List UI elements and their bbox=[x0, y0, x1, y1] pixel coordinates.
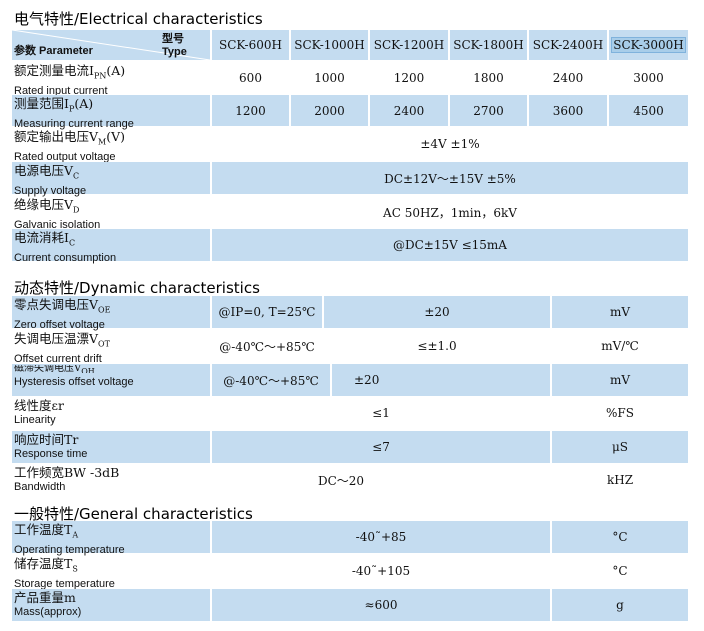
value-cell: ≤±1.0 bbox=[417, 339, 457, 353]
model-header-1200[interactable]: SCK-1200H bbox=[370, 30, 448, 60]
unit-cell: °C bbox=[612, 564, 628, 578]
model-header-2400[interactable]: SCK-2400H bbox=[529, 30, 607, 60]
param-label: 零点失调电压VOE Zero offset voltage bbox=[12, 296, 210, 331]
unit-cell: mV/℃ bbox=[601, 339, 639, 353]
param-label: 线性度εr Linearity bbox=[14, 398, 64, 426]
row-rated-output-voltage: 额定输出电压VM(V) Rated output voltage ±4V ±1% bbox=[12, 128, 688, 163]
row-linearity: 线性度εr Linearity ≤1 %FS bbox=[12, 397, 688, 429]
row-measuring-range: 测量范围IP(A) Measuring current range 1200 2… bbox=[12, 95, 688, 130]
value-cell: 2400 bbox=[552, 71, 584, 85]
value-cell: DC～20 bbox=[317, 473, 365, 488]
value-cell: AC 50HZ，1min，6kV bbox=[383, 205, 517, 220]
unit-cell: μS bbox=[552, 431, 688, 463]
model-header-1000[interactable]: SCK-1000H bbox=[291, 30, 368, 60]
value-cell: DC±12V～±15V ±5% bbox=[212, 162, 688, 194]
value-cell: ≈600 bbox=[212, 589, 550, 621]
model-header-1800[interactable]: SCK-1800H bbox=[450, 30, 527, 60]
row-supply-voltage: 电源电压VC Supply voltage DC±12V～±15V ±5% bbox=[12, 162, 688, 197]
row-current-consumption: 电流消耗IC Current consumption @DC±15V ≤15mA bbox=[12, 229, 688, 264]
condition-cell: @-40℃～+85℃ bbox=[212, 364, 330, 396]
param-label: 失调电压温漂VOT Offset current drift bbox=[14, 331, 110, 365]
param-label: 额定输出电压VM(V) Rated output voltage bbox=[14, 129, 126, 163]
unit-cell: mV bbox=[552, 364, 688, 396]
value-cell: ±20 bbox=[332, 364, 550, 396]
param-label: 响应时间Tr Response time bbox=[12, 431, 210, 463]
value-cell: 1000 bbox=[314, 71, 345, 85]
param-label: 工作温度TA Operating temperature bbox=[12, 521, 210, 556]
value-cell: 600 bbox=[239, 71, 262, 85]
value-cell: 3600 bbox=[529, 95, 607, 126]
unit-cell: mV bbox=[552, 296, 688, 328]
param-label: 储存温度TS Storage temperature bbox=[14, 556, 115, 590]
header-type-label: 型号 Type bbox=[162, 33, 187, 58]
row-offset-drift: 失调电压温漂VOT Offset current drift @-40℃～+85… bbox=[12, 330, 688, 365]
unit-cell: %FS bbox=[606, 406, 634, 420]
unit-cell: g bbox=[552, 589, 688, 621]
param-label: 额定测量电流IPN(A) Rated input current bbox=[14, 63, 126, 97]
value-cell: 1800 bbox=[473, 71, 504, 85]
param-label: 绝缘电压VD Galvanic isolation bbox=[14, 197, 101, 231]
value-cell: ±4V ±1% bbox=[420, 137, 480, 151]
param-label: 产品重量m Mass(approx) bbox=[12, 589, 210, 621]
value-cell: 1200 bbox=[393, 71, 425, 85]
param-label: 电源电压VC Supply voltage bbox=[12, 162, 210, 197]
value-cell: 2000 bbox=[291, 95, 368, 126]
value-cell: ≤1 bbox=[372, 406, 390, 420]
condition-cell: @IP=0, T=25℃ bbox=[212, 296, 322, 328]
row-bandwidth: 工作频宽BW -3dB Bandwidth DC～20 kHZ bbox=[12, 464, 688, 496]
param-label: 工作频宽BW -3dB Bandwidth bbox=[14, 465, 120, 493]
section-title-dynamic: 动态特性/Dynamic characteristics bbox=[14, 279, 260, 297]
value-cell: @DC±15V ≤15mA bbox=[212, 229, 688, 261]
value-cell: 4500 bbox=[609, 95, 688, 126]
header-parameter-label: 参数 Parameter bbox=[14, 45, 93, 57]
value-cell: -40˜+85 bbox=[212, 521, 550, 553]
value-cell: 1200 bbox=[212, 95, 289, 126]
row-mass: 产品重量m Mass(approx) ≈600 g bbox=[12, 589, 688, 621]
row-hysteresis-offset: 磁滞失调电压VOH Hysteresis offset voltage @-40… bbox=[12, 364, 688, 396]
model-header-600[interactable]: SCK-600H bbox=[212, 30, 289, 60]
param-label: 测量范围IP(A) Measuring current range bbox=[12, 95, 210, 130]
unit-cell: °C bbox=[552, 521, 688, 553]
table-header-corner: 型号 Type 参数 Parameter bbox=[12, 30, 210, 60]
param-label: 磁滞失调电压VOH Hysteresis offset voltage bbox=[12, 364, 210, 396]
row-rated-input-current: 额定测量电流IPN(A) Rated input current 600 100… bbox=[12, 62, 688, 97]
value-cell: 2400 bbox=[370, 95, 448, 126]
condition-cell: @-40℃～+85℃ bbox=[219, 339, 315, 354]
param-label: 电流消耗IC Current consumption bbox=[12, 229, 210, 264]
value-cell: -40˜+105 bbox=[351, 564, 411, 578]
unit-cell: kHZ bbox=[606, 473, 634, 487]
row-response-time: 响应时间Tr Response time ≤7 μS bbox=[12, 431, 688, 463]
row-zero-offset-voltage: 零点失调电压VOE Zero offset voltage @IP=0, T=2… bbox=[12, 296, 688, 331]
row-storage-temperature: 储存温度TS Storage temperature -40˜+105 °C bbox=[12, 555, 688, 590]
value-cell: ≤7 bbox=[212, 431, 550, 463]
model-header-3000-selected[interactable]: SCK-3000H bbox=[609, 30, 688, 60]
row-operating-temperature: 工作温度TA Operating temperature -40˜+85 °C bbox=[12, 521, 688, 556]
value-cell: 2700 bbox=[450, 95, 527, 126]
value-cell: 3000 bbox=[633, 71, 664, 85]
section-title-electrical: 电气特性/Electrical characteristics bbox=[14, 10, 263, 28]
row-galvanic-isolation: 绝缘电压VD Galvanic isolation AC 50HZ，1min，6… bbox=[12, 196, 688, 231]
value-cell: ±20 bbox=[324, 296, 550, 328]
